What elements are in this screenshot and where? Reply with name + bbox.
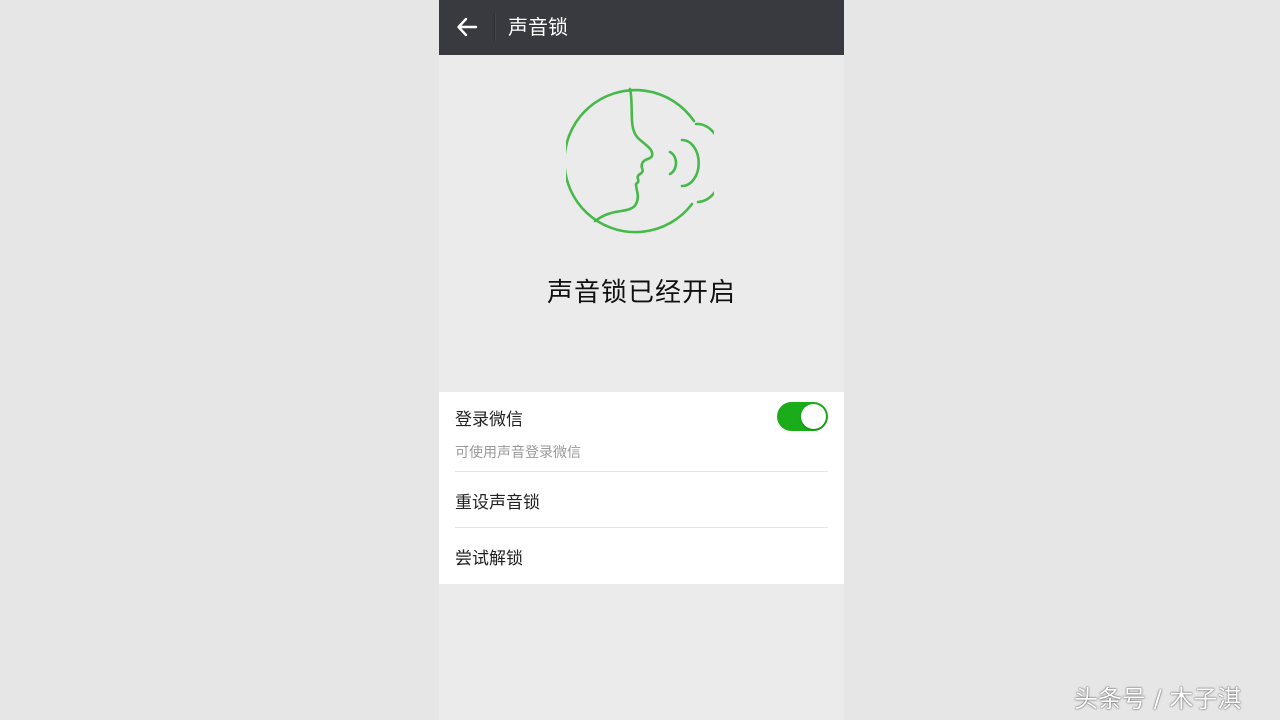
voice-login-row: 登录微信 可使用声音登录微信 xyxy=(439,392,844,471)
toggle-knob xyxy=(801,404,826,429)
voice-login-toggle[interactable] xyxy=(777,402,828,431)
topbar-divider xyxy=(494,14,496,41)
voice-login-label: 登录微信 xyxy=(455,410,523,430)
back-button[interactable] xyxy=(447,7,487,47)
arrow-left-icon xyxy=(457,17,478,37)
screen: 声音锁 声音锁已经开启 登录微信 可使用声音登录微信 重设声音锁 尝试解锁 头条… xyxy=(0,0,1280,720)
phone-screen: 声音锁 声音锁已经开启 登录微信 可使用声音登录微信 重设声音锁 尝试解锁 xyxy=(439,0,844,720)
voice-login-description: 可使用声音登录微信 xyxy=(455,445,581,461)
top-bar: 声音锁 xyxy=(439,0,844,55)
voice-lock-status: 声音锁已经开启 xyxy=(546,278,736,308)
reset-voice-lock-row[interactable]: 重设声音锁 xyxy=(439,472,844,528)
watermark: 头条号 / 木子淇 xyxy=(1074,685,1242,713)
reset-voice-lock-label: 重设声音锁 xyxy=(455,493,540,513)
page-title: 声音锁 xyxy=(508,15,568,39)
settings-list: 登录微信 可使用声音登录微信 重设声音锁 尝试解锁 xyxy=(439,392,844,584)
voice-face-icon xyxy=(566,87,714,234)
try-unlock-row[interactable]: 尝试解锁 xyxy=(439,528,844,584)
try-unlock-label: 尝试解锁 xyxy=(455,549,523,569)
